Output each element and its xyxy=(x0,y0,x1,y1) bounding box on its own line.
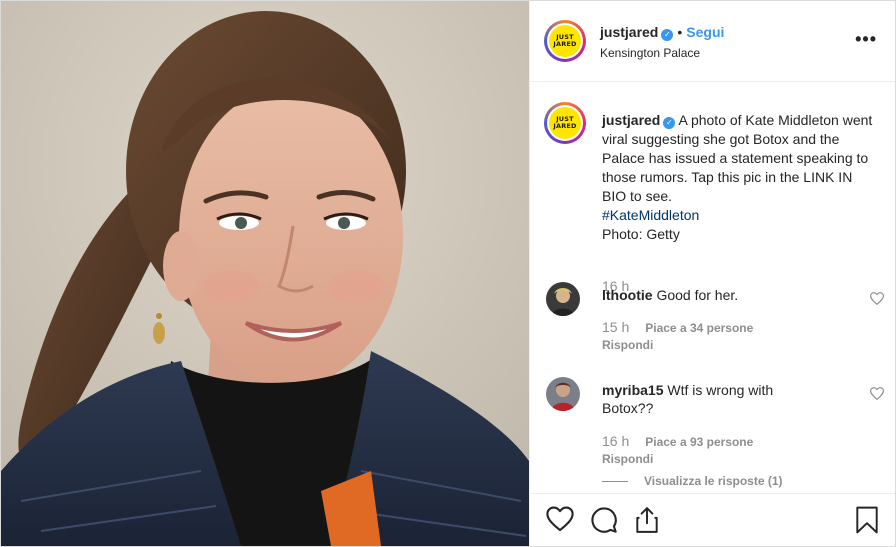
reply-button[interactable]: Rispondi xyxy=(602,338,653,352)
verified-badge-icon: ✓ xyxy=(663,117,676,129)
comment-text: Good for her. xyxy=(656,287,739,303)
comment-icon[interactable] xyxy=(590,506,618,539)
hashtag-link[interactable]: #KateMiddleton xyxy=(602,206,878,225)
comment-timestamp[interactable]: 15 h xyxy=(602,319,629,335)
view-replies-button[interactable]: Visualizza le risposte (1) xyxy=(602,474,783,488)
instagram-post: JUST JARED justjared ✓ • Segui Kensington P… xyxy=(0,0,896,547)
comment-likes[interactable]: Piace a 93 persone xyxy=(645,435,753,449)
author-avatar[interactable]: JUST JARED xyxy=(544,20,586,62)
follow-button[interactable]: Segui xyxy=(686,24,724,40)
justjared-logo: JUST JARED xyxy=(549,25,581,57)
avatar-frame: JUST JARED xyxy=(547,105,583,141)
caption-avatar[interactable]: JUST JARED xyxy=(544,102,586,144)
like-comment-heart-icon[interactable] xyxy=(869,292,885,308)
comment-likes[interactable]: Piace a 34 persone xyxy=(645,321,753,335)
post-actions-bar xyxy=(530,493,895,546)
avatar-frame: JUST JARED xyxy=(547,23,583,59)
commenter-username[interactable]: lthootie xyxy=(602,287,653,303)
comment-body: myriba15 Wtf is wrong with Botox?? xyxy=(602,381,822,417)
logo-line-2: JARED xyxy=(553,122,577,130)
separator-dot: • xyxy=(677,24,683,40)
photo-credit: Photo: Getty xyxy=(602,226,680,242)
heart-icon[interactable] xyxy=(546,506,574,537)
bookmark-icon[interactable] xyxy=(855,506,879,539)
justjared-logo: JUST JARED xyxy=(549,107,581,139)
more-options-icon[interactable]: ••• xyxy=(855,29,877,50)
post-header: JUST JARED justjared ✓ • Segui Kensington P… xyxy=(530,1,895,82)
commenter-avatar[interactable] xyxy=(546,282,580,316)
view-replies-label: Visualizza le risposte (1) xyxy=(644,474,783,488)
replies-divider-line xyxy=(602,481,628,483)
caption-body: justjared ✓ A photo of Kate Middleton wen… xyxy=(602,111,878,244)
author-info: justjared ✓ • Segui Kensington Palace xyxy=(600,24,724,60)
author-username[interactable]: justjared xyxy=(600,24,658,40)
comment-meta: 16 h Piace a 93 persone xyxy=(602,433,753,449)
post-photo[interactable] xyxy=(1,1,529,546)
like-comment-heart-icon[interactable] xyxy=(869,387,885,403)
commenter-username[interactable]: myriba15 xyxy=(602,382,663,398)
reply-button[interactable]: Rispondi xyxy=(602,452,653,466)
share-icon[interactable] xyxy=(634,506,660,539)
comment-meta: 15 h Piace a 34 persone xyxy=(602,319,753,335)
comment-timestamp[interactable]: 16 h xyxy=(602,433,629,449)
logo-line-2: JARED xyxy=(553,40,577,48)
caption-username[interactable]: justjared xyxy=(602,112,660,128)
post-side-panel: JUST JARED justjared ✓ • Segui Kensington P… xyxy=(529,1,895,546)
verified-badge-icon: ✓ xyxy=(661,29,674,41)
portrait-illustration xyxy=(1,1,529,546)
comments-section[interactable]: JUST JARED justjared ✓ A photo of Kate Mi… xyxy=(530,82,895,494)
comment-body: lthootie Good for her. xyxy=(602,286,822,304)
post-location[interactable]: Kensington Palace xyxy=(600,46,724,60)
commenter-avatar[interactable] xyxy=(546,377,580,411)
